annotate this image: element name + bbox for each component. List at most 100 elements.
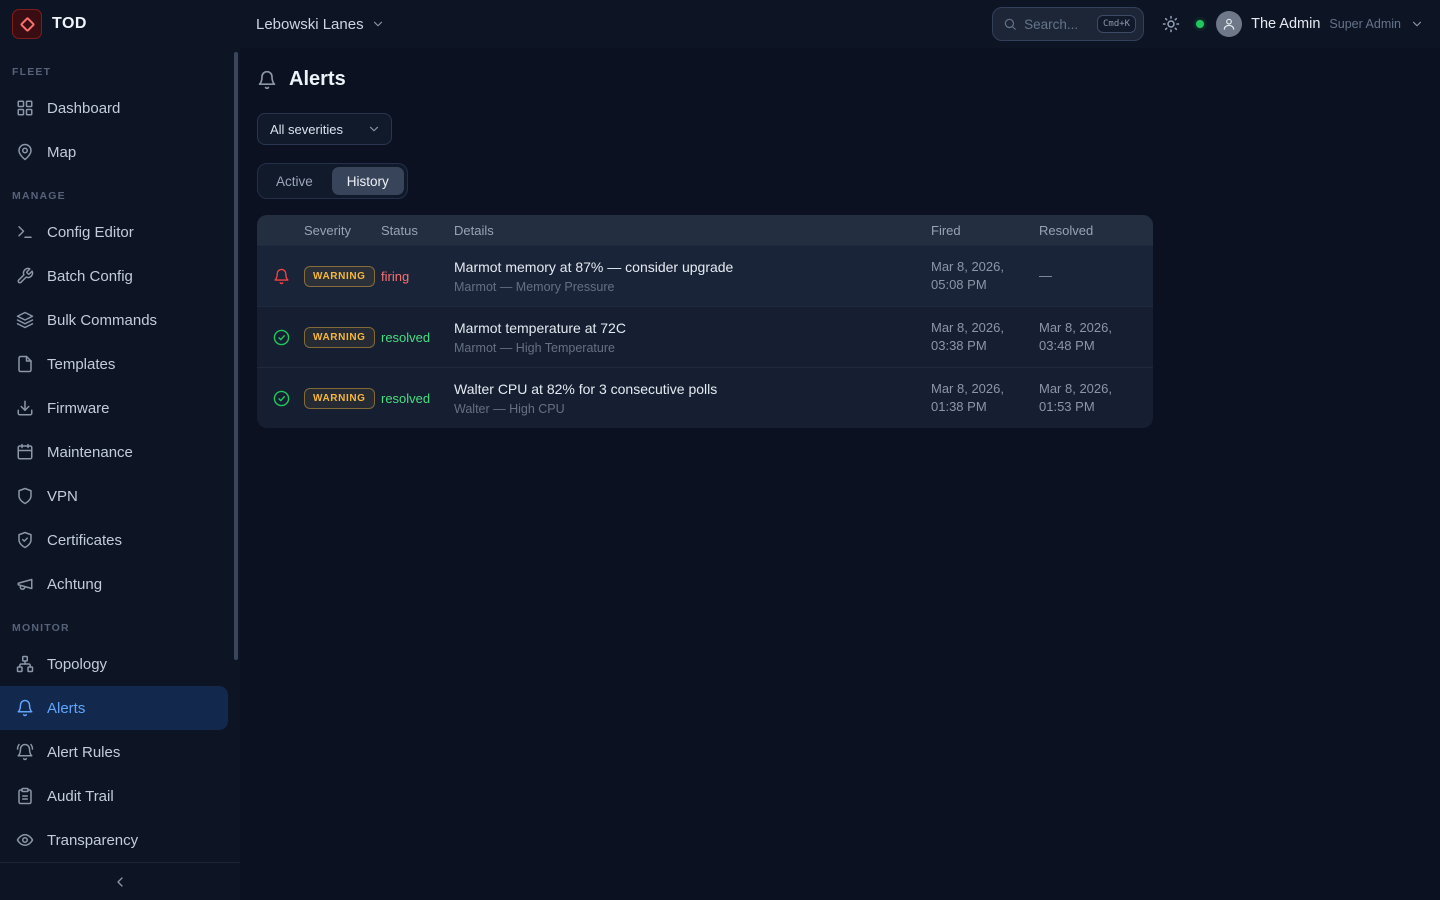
severity-badge: WARNING [304, 388, 375, 409]
sidebar-section-manage: MANAGE [0, 190, 240, 202]
tab-history[interactable]: History [332, 167, 404, 195]
sidebar-item-label: Certificates [47, 532, 122, 549]
sidebar-item-label: Batch Config [47, 268, 133, 285]
brand-name: TOD [52, 15, 87, 33]
logo-icon [12, 9, 42, 39]
wrench-icon [16, 267, 34, 285]
alert-title: Marmot memory at 87% — consider upgrade [454, 259, 931, 275]
table-row[interactable]: WARNING resolved Marmot temperature at 7… [257, 306, 1153, 367]
sidebar-item-label: Map [47, 144, 76, 161]
sidebar: FLEET Dashboard Map MANAGE Config Editor… [0, 48, 240, 900]
org-selector[interactable]: Lebowski Lanes [248, 10, 393, 39]
bell-icon [257, 70, 277, 90]
sidebar-item-certificates[interactable]: Certificates [0, 518, 240, 562]
topbar: TOD Lebowski Lanes Search... Cmd+K The A… [0, 0, 1440, 48]
page-header: Alerts [257, 68, 1416, 91]
search-shortcut-badge: Cmd+K [1097, 15, 1136, 33]
table-row[interactable]: WARNING firing Marmot memory at 87% — co… [257, 245, 1153, 306]
org-name: Lebowski Lanes [256, 16, 364, 33]
alert-subtitle: Marmot — Memory Pressure [454, 280, 931, 294]
sun-icon [1162, 15, 1180, 33]
network-icon [16, 655, 34, 673]
sidebar-collapse-button[interactable] [112, 874, 128, 890]
file-icon [16, 355, 34, 373]
sidebar-item-map[interactable]: Map [0, 130, 240, 174]
bell-alert-icon [273, 268, 290, 285]
avatar [1216, 11, 1242, 37]
calendar-icon [16, 443, 34, 461]
sidebar-item-label: VPN [47, 488, 78, 505]
search-placeholder: Search... [1024, 17, 1090, 32]
shield-check-icon [16, 531, 34, 549]
sidebar-item-dashboard[interactable]: Dashboard [0, 86, 240, 130]
user-menu[interactable]: The Admin Super Admin [1216, 11, 1440, 37]
brand: TOD [0, 9, 240, 39]
user-icon [1222, 17, 1236, 31]
sidebar-item-label: Audit Trail [47, 788, 114, 805]
sidebar-item-label: Alerts [47, 700, 85, 717]
sidebar-item-firmware[interactable]: Firmware [0, 386, 240, 430]
resolved-at: — [1039, 267, 1153, 285]
sidebar-item-transparency[interactable]: Transparency [0, 818, 240, 862]
download-icon [16, 399, 34, 417]
status-text: resolved [381, 391, 454, 406]
sidebar-item-config-editor[interactable]: Config Editor [0, 210, 240, 254]
sidebar-item-label: Bulk Commands [47, 312, 157, 329]
resolved-at: Mar 8, 2026, 01:53 PM [1039, 380, 1153, 415]
layers-icon [16, 311, 34, 329]
sidebar-item-label: Config Editor [47, 224, 134, 241]
user-name: The Admin [1251, 16, 1320, 32]
sidebar-item-maintenance[interactable]: Maintenance [0, 430, 240, 474]
page-title: Alerts [289, 68, 346, 91]
alerts-tabs: Active History [257, 163, 408, 199]
search-input[interactable]: Search... Cmd+K [992, 7, 1144, 41]
sidebar-section-monitor: MONITOR [0, 622, 240, 634]
severity-filter-value: All severities [270, 122, 343, 137]
shield-icon [16, 487, 34, 505]
eye-icon [16, 831, 34, 849]
status-text: firing [381, 269, 454, 284]
alert-title: Walter CPU at 82% for 3 consecutive poll… [454, 381, 931, 397]
search-icon [1003, 17, 1017, 31]
sidebar-footer [0, 862, 240, 900]
fired-at: Mar 8, 2026, 05:08 PM [931, 258, 1039, 293]
sidebar-scrollbar[interactable] [234, 52, 238, 660]
sidebar-item-alert-rules[interactable]: Alert Rules [0, 730, 240, 774]
terminal-icon [16, 223, 34, 241]
main-content: Alerts All severities Active History Sev… [240, 48, 1440, 900]
bell-ring-icon [16, 743, 34, 761]
sidebar-item-label: Firmware [47, 400, 110, 417]
status-text: resolved [381, 330, 454, 345]
sidebar-item-label: Transparency [47, 832, 138, 849]
online-status-dot [1196, 20, 1204, 28]
sidebar-item-vpn[interactable]: VPN [0, 474, 240, 518]
sidebar-item-audit-trail[interactable]: Audit Trail [0, 774, 240, 818]
sidebar-item-alerts[interactable]: Alerts [0, 686, 228, 730]
sidebar-item-templates[interactable]: Templates [0, 342, 240, 386]
severity-filter-select[interactable]: All severities [257, 113, 392, 145]
chevron-left-icon [112, 874, 128, 890]
severity-badge: WARNING [304, 266, 375, 287]
sidebar-item-label: Dashboard [47, 100, 120, 117]
grid-icon [16, 99, 34, 117]
col-fired: Fired [931, 223, 1039, 238]
clipboard-icon [16, 787, 34, 805]
chevron-down-icon [367, 122, 381, 136]
sidebar-item-batch-config[interactable]: Batch Config [0, 254, 240, 298]
tab-active[interactable]: Active [261, 167, 328, 195]
alerts-table: Severity Status Details Fired Resolved W… [257, 215, 1153, 428]
sidebar-item-label: Topology [47, 656, 107, 673]
sidebar-item-label: Achtung [47, 576, 102, 593]
bell-icon [16, 699, 34, 717]
sidebar-item-achtung[interactable]: Achtung [0, 562, 240, 606]
chevron-down-icon [1410, 17, 1424, 31]
alert-title: Marmot temperature at 72C [454, 320, 931, 336]
col-resolved: Resolved [1039, 223, 1153, 238]
chevron-down-icon [371, 17, 385, 31]
table-row[interactable]: WARNING resolved Walter CPU at 82% for 3… [257, 367, 1153, 428]
theme-toggle-button[interactable] [1162, 15, 1180, 33]
sidebar-item-topology[interactable]: Topology [0, 642, 240, 686]
sidebar-item-bulk-commands[interactable]: Bulk Commands [0, 298, 240, 342]
check-circle-icon [273, 329, 290, 346]
alert-subtitle: Walter — High CPU [454, 402, 931, 416]
